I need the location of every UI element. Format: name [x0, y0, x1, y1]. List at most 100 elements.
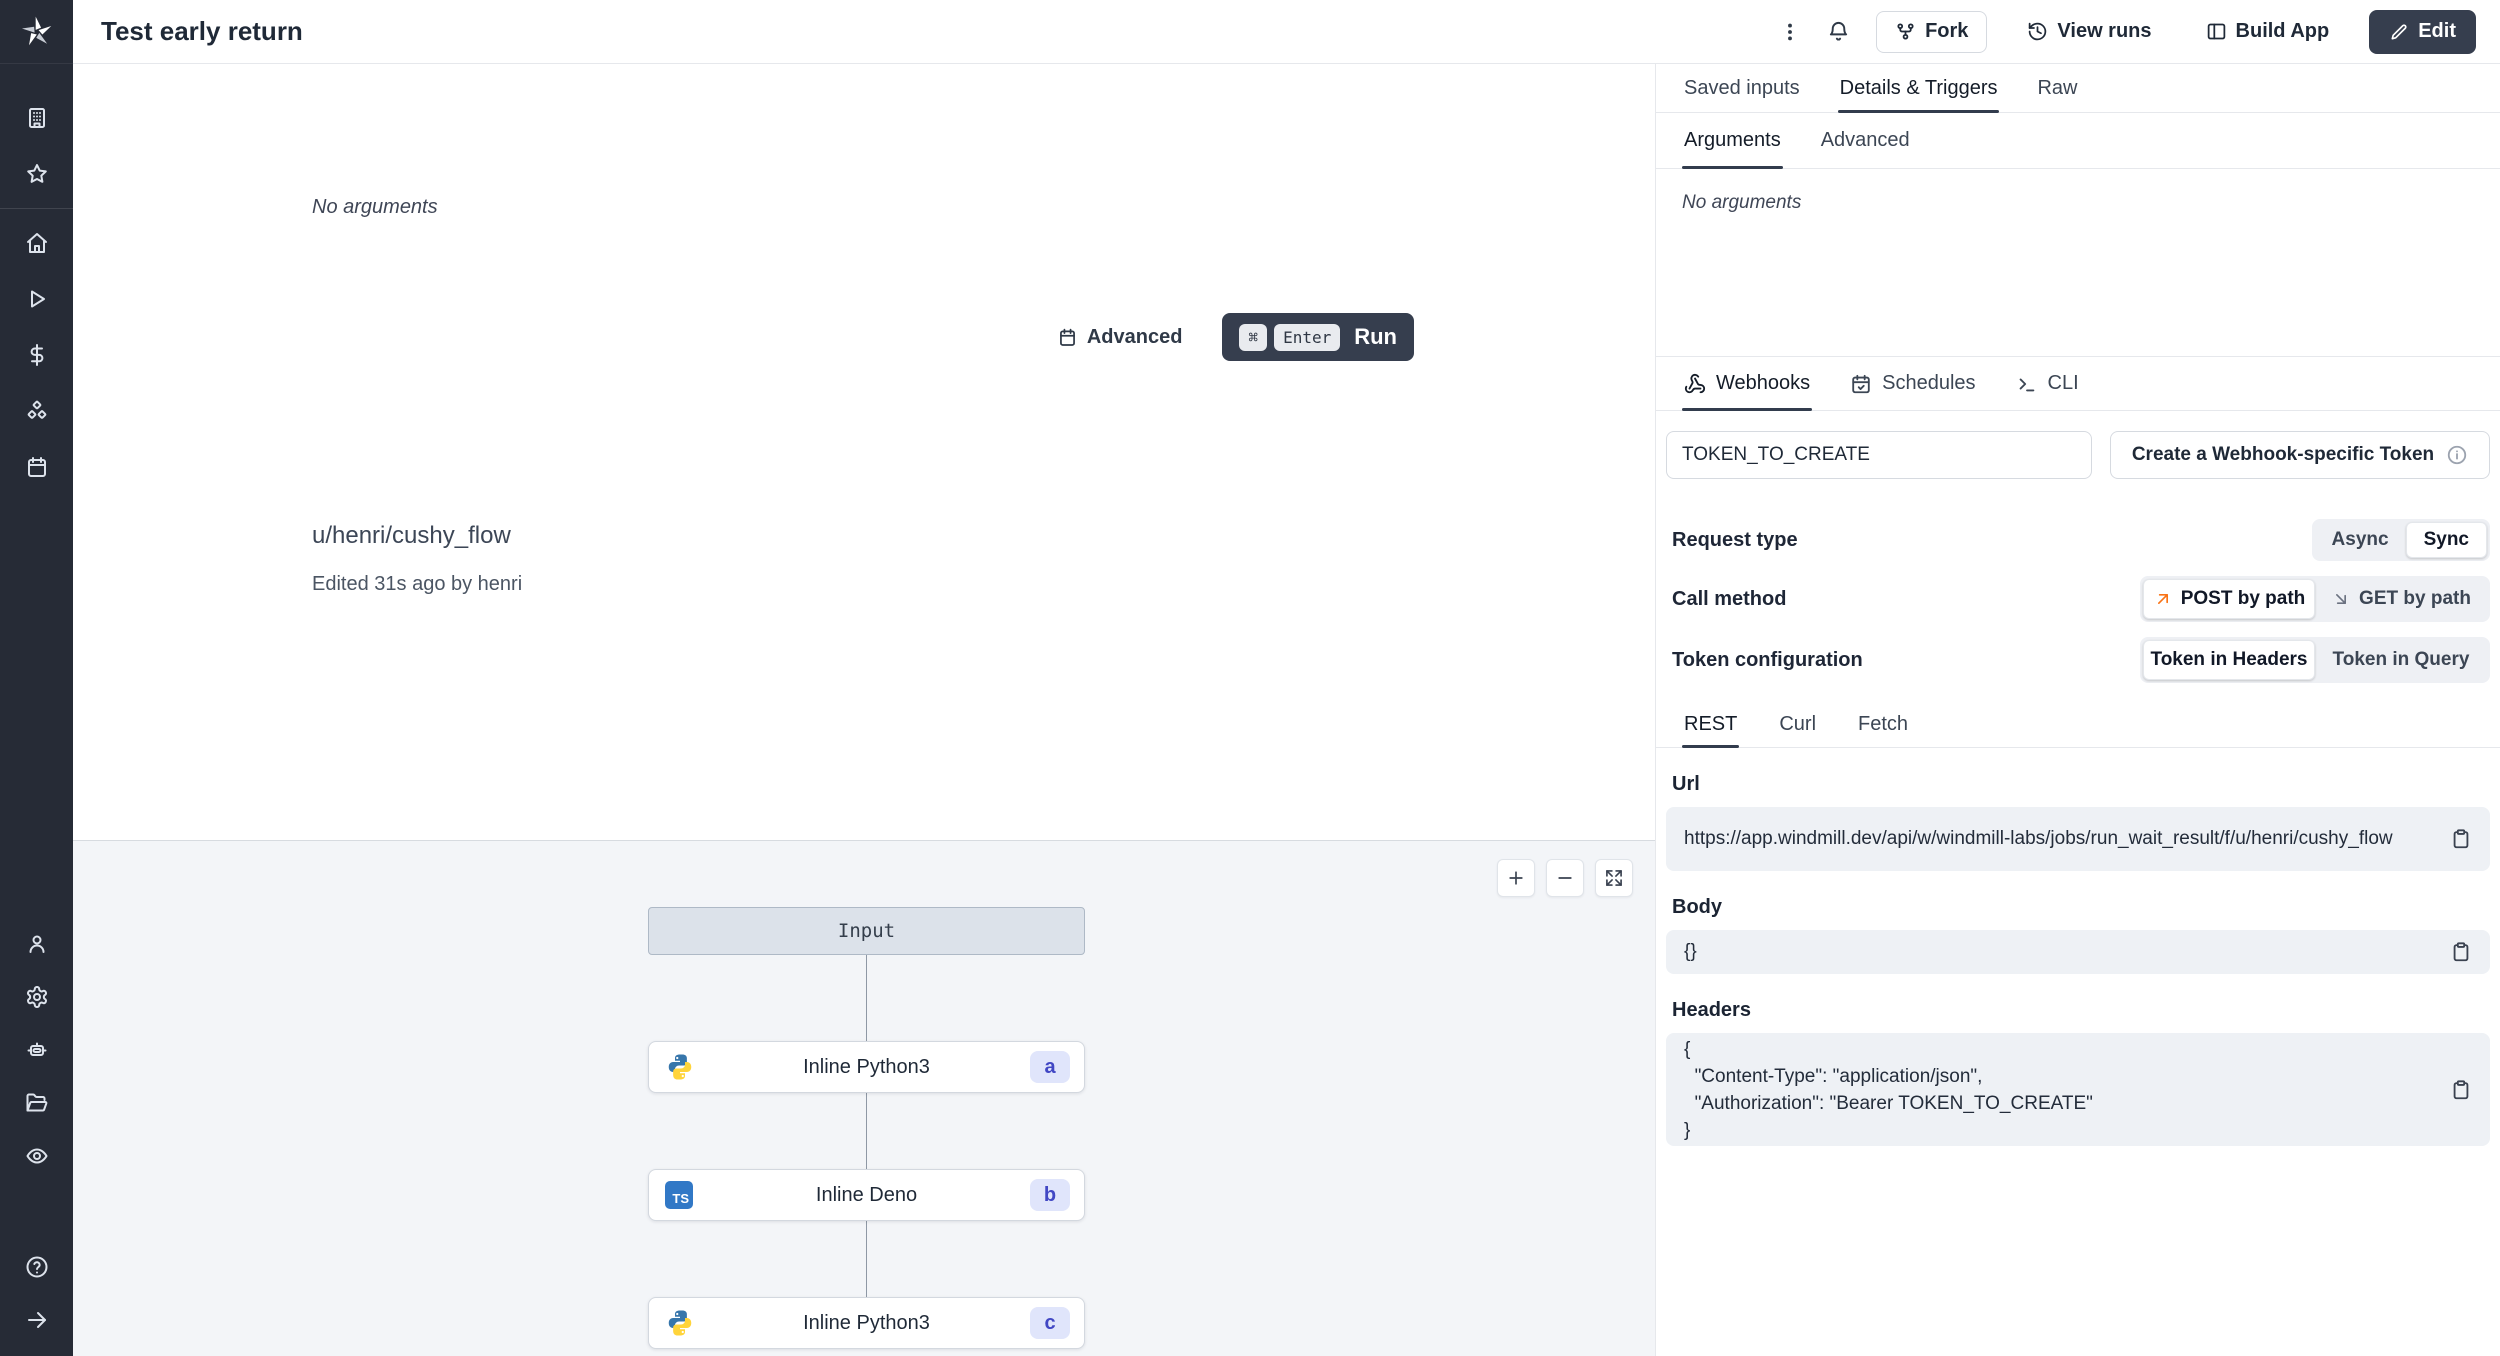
panel-layout-icon: [2207, 23, 2225, 40]
schedules-label: Schedules: [1882, 372, 1976, 394]
tab-webhooks[interactable]: Webhooks: [1682, 357, 1813, 411]
copy-url-button[interactable]: [2450, 828, 2472, 850]
tab-schedules[interactable]: Schedules: [1848, 357, 1977, 410]
tab-cli[interactable]: CLI: [2014, 357, 2081, 410]
no-arguments-text: No arguments: [312, 196, 438, 218]
graph-node-c[interactable]: Inline Python3 c: [648, 1297, 1085, 1349]
url-label: Url: [1672, 773, 1700, 795]
windmill-pinwheel-icon: [21, 16, 51, 45]
token-input[interactable]: [1666, 431, 2092, 479]
windmill-logo[interactable]: [0, 0, 73, 64]
graph-controls: [1497, 859, 1633, 897]
more-menu-button[interactable]: [1779, 21, 1801, 43]
run-button[interactable]: ⌘ Enter Run: [1222, 313, 1414, 361]
sidebar-item-folders[interactable]: [0, 1076, 73, 1129]
call-method-toggle: POST by path GET by path: [2140, 576, 2490, 622]
get-by-path-option[interactable]: GET by path: [2315, 579, 2487, 619]
post-by-path-label: POST by path: [2180, 588, 2306, 609]
arrow-up-right-icon: [2157, 594, 2168, 604]
sidebar-item-runs[interactable]: [0, 271, 73, 327]
folder-open-icon: [26, 1093, 47, 1111]
run-label: Run: [1354, 324, 1397, 349]
tab-rest[interactable]: REST: [1682, 702, 1740, 748]
star-icon: [26, 164, 47, 183]
sidebar-item-help[interactable]: [0, 1240, 73, 1293]
tab-arguments[interactable]: Arguments: [1682, 113, 1783, 169]
get-by-path-label: GET by path: [2359, 588, 2471, 609]
sidebar-item-schedules[interactable]: [0, 439, 73, 495]
token-configuration-toggle: Token in Headers Token in Query: [2140, 637, 2490, 683]
sidebar-item-workers[interactable]: [0, 1023, 73, 1076]
sidebar-expand-button[interactable]: [0, 1293, 73, 1346]
flow-path: u/henri/cushy_flow: [312, 522, 511, 549]
webhook-icon: [1684, 373, 1706, 393]
gear-icon: [26, 985, 47, 1008]
sidebar-item-users[interactable]: [0, 917, 73, 970]
dollar-icon: [30, 344, 43, 366]
details-tabbar: Saved inputs Details & Triggers Raw: [1656, 64, 2500, 113]
sidebar-item-audit-logs[interactable]: [0, 1129, 73, 1182]
flow-graph[interactable]: Input Inline Python3 a TS Inline Deno b …: [73, 840, 1655, 1356]
node-badge: b: [1030, 1179, 1070, 1211]
advanced-run-button[interactable]: Advanced: [1057, 326, 1182, 349]
run-controls: Advanced ⌘ Enter Run: [1057, 313, 1414, 361]
notifications-button[interactable]: [1827, 20, 1850, 43]
post-by-path-option[interactable]: POST by path: [2143, 579, 2315, 619]
tab-advanced[interactable]: Advanced: [1819, 113, 1912, 168]
graph-node-input[interactable]: Input: [648, 907, 1085, 955]
arguments-tabbar: Arguments Advanced: [1656, 113, 2500, 169]
topbar: Test early return Fork View runs Build A…: [73, 0, 2500, 64]
view-runs-label: View runs: [2057, 20, 2152, 42]
body-label: Body: [1672, 896, 1722, 918]
fullscreen-button[interactable]: [1595, 859, 1633, 897]
zoom-out-button[interactable]: [1546, 859, 1584, 897]
tab-saved-inputs[interactable]: Saved inputs: [1682, 64, 1802, 112]
edit-button[interactable]: Edit: [2369, 9, 2476, 54]
view-runs-button[interactable]: View runs: [2013, 11, 2165, 53]
sidebar-item-resources[interactable]: [0, 383, 73, 439]
sidebar-workspace-group: [0, 90, 73, 495]
tab-curl[interactable]: Curl: [1777, 702, 1818, 747]
sidebar-item-settings[interactable]: [0, 970, 73, 1023]
page-title: Test early return: [101, 16, 303, 46]
token-configuration-row: Token configuration Token in Headers Tok…: [1666, 637, 2490, 683]
copy-headers-button[interactable]: [2450, 1079, 2472, 1101]
run-canvas: No arguments Advanced ⌘ Enter Run u/henr…: [73, 64, 1655, 1356]
token-in-headers-option[interactable]: Token in Headers: [2143, 640, 2315, 680]
sidebar-item-workspace[interactable]: [0, 90, 73, 146]
sidebar-item-home[interactable]: [0, 215, 73, 271]
help-circle-icon: [26, 1256, 47, 1277]
url-value: https://app.windmill.dev/api/w/windmill-…: [1684, 828, 2393, 849]
panel-no-arguments-text: No arguments: [1682, 192, 1802, 213]
sync-option[interactable]: Sync: [2405, 522, 2487, 558]
tab-fetch[interactable]: Fetch: [1856, 702, 1910, 747]
request-type-row: Request type Async Sync: [1666, 519, 2490, 561]
graph-edge: [866, 955, 867, 1041]
sidebar-item-favorites[interactable]: [0, 146, 73, 202]
edit-label: Edit: [2418, 20, 2456, 42]
enter-key-badge: Enter: [1274, 323, 1341, 351]
flow-edited-info: Edited 31s ago by henri: [312, 573, 523, 595]
copy-body-button[interactable]: [2450, 941, 2472, 963]
async-option[interactable]: Async: [2315, 522, 2406, 558]
zoom-in-button[interactable]: [1497, 859, 1535, 897]
pencil-icon: [2391, 23, 2407, 40]
node-title: Inline Python3: [803, 1055, 930, 1078]
token-in-query-option[interactable]: Token in Query: [2315, 640, 2487, 680]
sidebar-divider: [0, 208, 73, 209]
node-badge: a: [1030, 1051, 1070, 1083]
build-app-label: Build App: [2235, 20, 2330, 42]
graph-node-a[interactable]: Inline Python3 a: [648, 1041, 1085, 1093]
fork-button[interactable]: Fork: [1876, 10, 1988, 53]
build-app-button[interactable]: Build App: [2192, 11, 2344, 53]
tab-details-triggers[interactable]: Details & Triggers: [1837, 64, 2000, 113]
graph-node-b[interactable]: TS Inline Deno b: [648, 1169, 1085, 1221]
user-icon: [29, 935, 44, 953]
create-webhook-token-button[interactable]: Create a Webhook-specific Token: [2110, 431, 2490, 479]
boxes-icon: [27, 400, 46, 419]
body-box: {}: [1666, 930, 2490, 974]
webhooks-label: Webhooks: [1716, 372, 1811, 394]
sidebar-item-variables[interactable]: [0, 327, 73, 383]
tab-raw[interactable]: Raw: [2035, 64, 2079, 112]
home-icon: [26, 233, 47, 253]
